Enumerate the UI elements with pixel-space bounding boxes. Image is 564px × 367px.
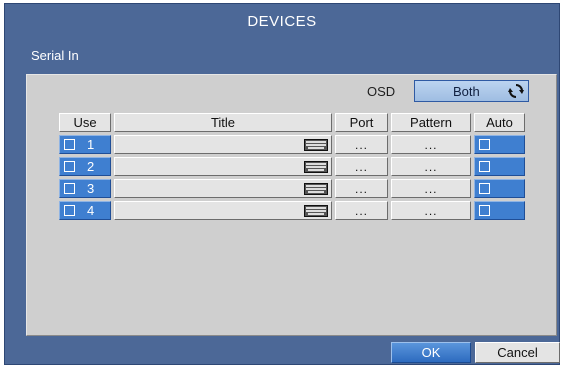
auto-checkbox-cell[interactable] — [474, 157, 525, 176]
cancel-button[interactable]: Cancel — [475, 342, 560, 363]
row-number: 4 — [87, 203, 95, 218]
pattern-field[interactable]: ... — [391, 201, 471, 220]
row-number: 1 — [87, 137, 95, 152]
use-checkbox-cell[interactable]: 1 — [59, 135, 111, 154]
auto-checkbox-cell[interactable] — [474, 179, 525, 198]
cycle-icon — [508, 84, 524, 98]
title-field[interactable] — [114, 135, 332, 154]
osd-label: OSD — [367, 84, 396, 99]
pattern-field[interactable]: ... — [391, 179, 471, 198]
keyboard-icon[interactable] — [304, 139, 328, 151]
devices-dialog: DEVICES Serial In OSD Both Use Title Por… — [4, 3, 560, 365]
section-label: Serial In — [31, 48, 79, 63]
keyboard-icon[interactable] — [304, 183, 328, 195]
header-auto: Auto — [474, 113, 525, 132]
use-checkbox[interactable] — [64, 205, 75, 216]
use-checkbox-cell[interactable]: 2 — [59, 157, 111, 176]
header-port: Port — [335, 113, 388, 132]
pattern-field[interactable]: ... — [391, 157, 471, 176]
use-checkbox[interactable] — [64, 139, 75, 150]
title-field[interactable] — [114, 201, 332, 220]
port-field[interactable]: ... — [335, 201, 388, 220]
title-field[interactable] — [114, 179, 332, 198]
table-row: 1 ... ... — [59, 135, 525, 154]
use-checkbox-cell[interactable]: 4 — [59, 201, 111, 220]
port-field[interactable]: ... — [335, 157, 388, 176]
dialog-title: DEVICES — [247, 13, 317, 30]
use-checkbox[interactable] — [64, 161, 75, 172]
auto-checkbox-cell[interactable] — [474, 135, 525, 154]
table-row: 3 ... ... — [59, 179, 525, 198]
pattern-field[interactable]: ... — [391, 135, 471, 154]
table-row: 2 ... ... — [59, 157, 525, 176]
use-checkbox-cell[interactable]: 3 — [59, 179, 111, 198]
ok-button[interactable]: OK — [391, 342, 471, 363]
port-field[interactable]: ... — [335, 179, 388, 198]
keyboard-icon[interactable] — [304, 161, 328, 173]
title-field[interactable] — [114, 157, 332, 176]
keyboard-icon[interactable] — [304, 205, 328, 217]
port-field[interactable]: ... — [335, 135, 388, 154]
osd-value: Both — [453, 84, 480, 99]
header-use: Use — [59, 113, 111, 132]
header-pattern: Pattern — [391, 113, 471, 132]
header-title: Title — [114, 113, 332, 132]
auto-checkbox[interactable] — [479, 161, 490, 172]
table-row: 4 ... ... — [59, 201, 525, 220]
auto-checkbox[interactable] — [479, 139, 490, 150]
auto-checkbox[interactable] — [479, 183, 490, 194]
auto-checkbox-cell[interactable] — [474, 201, 525, 220]
osd-select[interactable]: Both — [414, 80, 529, 102]
use-checkbox[interactable] — [64, 183, 75, 194]
row-number: 3 — [87, 181, 95, 196]
auto-checkbox[interactable] — [479, 205, 490, 216]
serial-table: Use Title Port Pattern Auto 1 ... ... 2 … — [56, 110, 528, 223]
row-number: 2 — [87, 159, 95, 174]
